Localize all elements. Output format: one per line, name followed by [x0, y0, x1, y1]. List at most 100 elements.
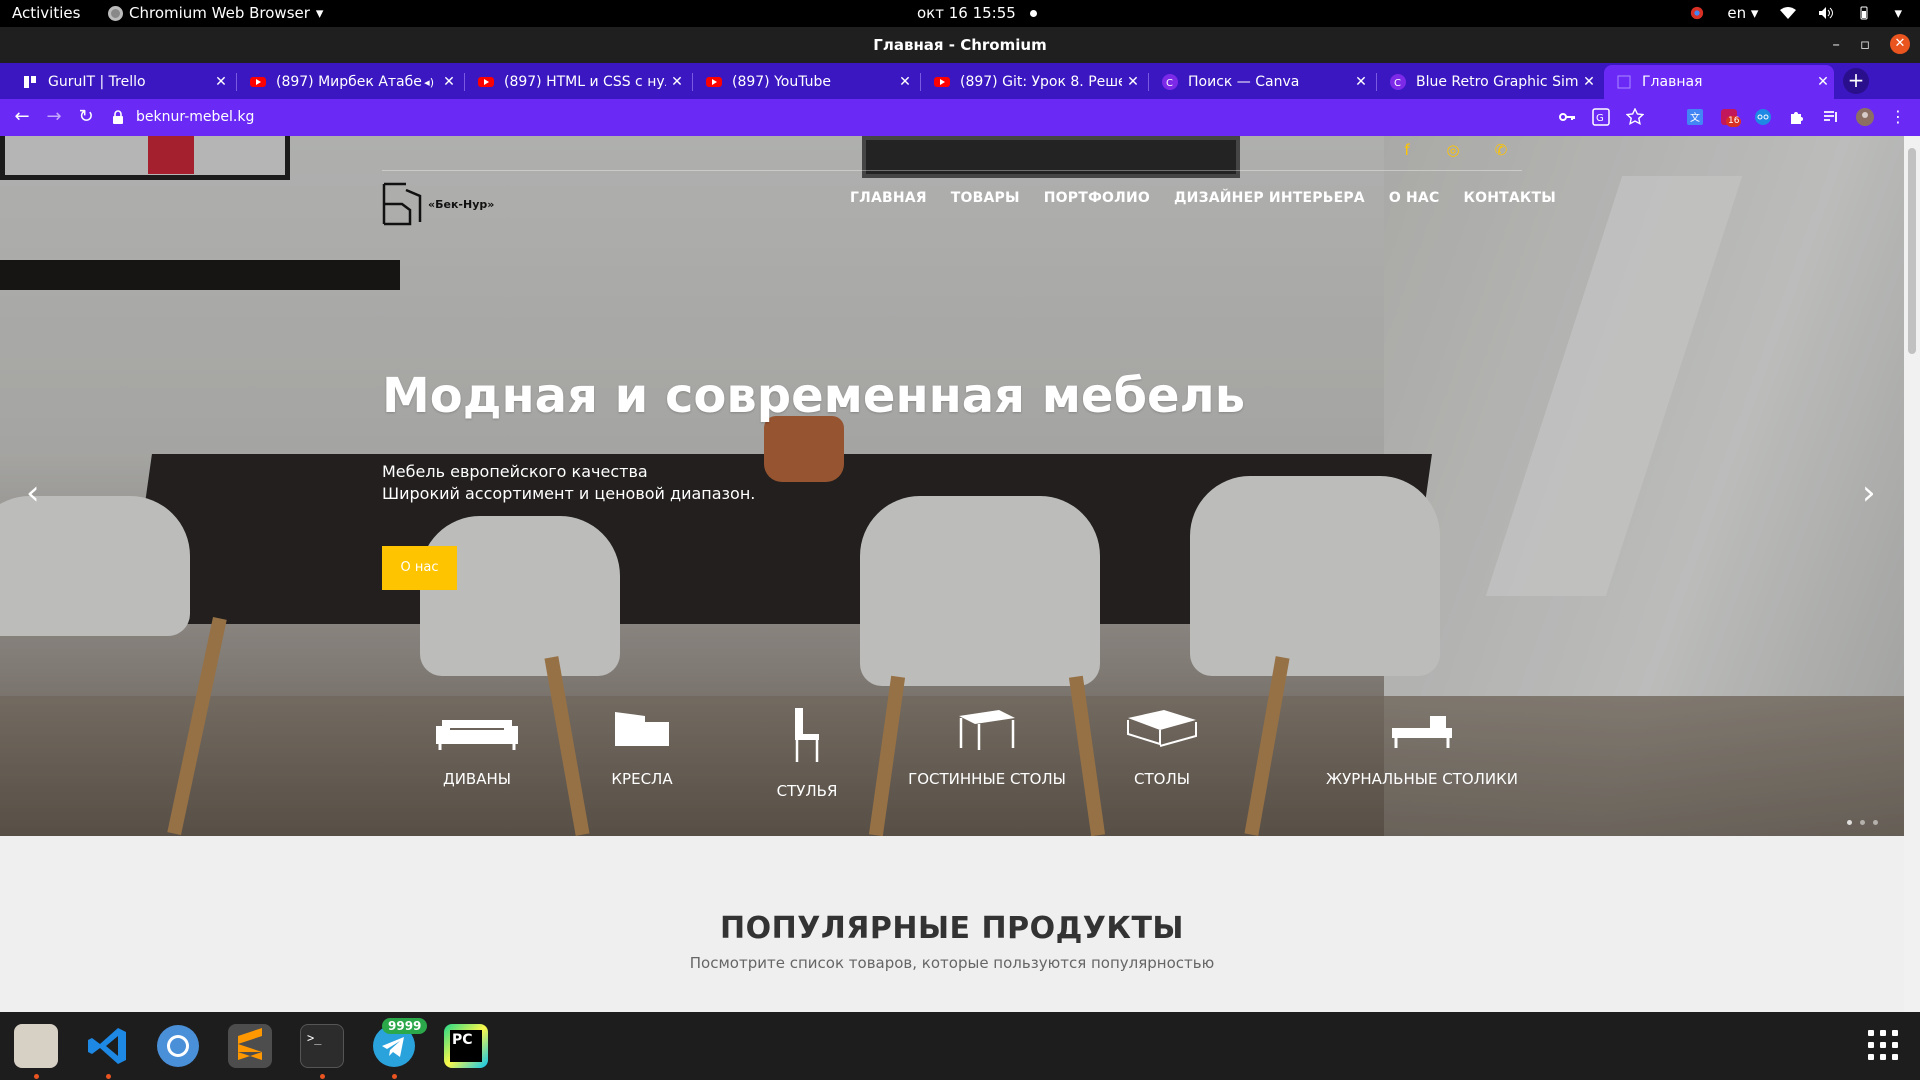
- extension-badge-icon[interactable]: 16: [1720, 108, 1742, 127]
- hero-title: Модная и современная мебель: [382, 368, 1246, 424]
- tab-separator: [1376, 73, 1377, 91]
- back-icon[interactable]: ←: [10, 105, 34, 129]
- category-label: СТОЛЫ: [1134, 770, 1190, 788]
- new-tab-button[interactable]: +: [1843, 68, 1869, 94]
- slider-prev-icon[interactable]: ‹: [26, 473, 40, 513]
- minimize-icon[interactable]: –: [1832, 35, 1840, 53]
- chair-icon: [795, 708, 819, 762]
- slider-dot[interactable]: [1860, 820, 1865, 825]
- show-apps-grid-icon[interactable]: [1868, 1030, 1898, 1060]
- slider-next-icon[interactable]: ›: [1862, 473, 1876, 513]
- close-tab-icon[interactable]: ✕: [438, 74, 460, 90]
- category-dining-tables[interactable]: ГОСТИННЫЕ СТОЛЫ: [902, 706, 1072, 788]
- category-label: ГОСТИННЫЕ СТОЛЫ: [908, 770, 1066, 788]
- avatar[interactable]: [1856, 107, 1874, 126]
- nav-home[interactable]: ГЛАВНАЯ: [850, 190, 927, 206]
- close-tab-icon[interactable]: ✕: [894, 74, 916, 90]
- translate-icon[interactable]: G: [1592, 107, 1610, 126]
- category-coffee-tables[interactable]: ЖУРНАЛЬНЫЕ СТОЛИКИ: [1322, 706, 1522, 788]
- puzzle-extensions-icon[interactable]: [1788, 108, 1806, 126]
- slider-dot[interactable]: [1873, 820, 1878, 825]
- sublime-icon[interactable]: [228, 1024, 272, 1068]
- pycharm-icon[interactable]: PC: [444, 1024, 488, 1068]
- category-sofas[interactable]: ДИВАНЫ: [402, 706, 552, 788]
- category-tables[interactable]: СТОЛЫ: [1117, 706, 1207, 788]
- popular-products-title: ПОПУЛЯРНЫЕ ПРОДУКТЫ: [720, 911, 1184, 946]
- more-menu-icon[interactable]: ⋮: [1890, 107, 1906, 126]
- logo-icon: [382, 182, 422, 226]
- category-armchairs[interactable]: КРЕСЛА: [587, 706, 697, 788]
- url-text[interactable]: beknur-mebel.kg: [136, 109, 254, 125]
- volume-icon[interactable]: [1818, 6, 1834, 20]
- keyboard-layout[interactable]: en ▾: [1727, 4, 1758, 22]
- files-icon[interactable]: [14, 1024, 58, 1068]
- battery-icon[interactable]: [1856, 6, 1872, 20]
- youtube-icon: [934, 77, 950, 87]
- close-tab-icon[interactable]: ✕: [666, 74, 688, 90]
- tab-canva-design[interactable]: C Blue Retro Graphic Simp ✕: [1378, 65, 1600, 99]
- clock[interactable]: окт 16 15:55: [917, 4, 1037, 22]
- lock-icon[interactable]: [112, 110, 124, 124]
- instagram-icon[interactable]: ◎: [1444, 141, 1462, 159]
- activities-button[interactable]: Activities: [12, 4, 80, 22]
- reading-list-icon[interactable]: [1822, 108, 1840, 126]
- close-tab-icon[interactable]: ✕: [1350, 74, 1372, 90]
- category-label: СТУЛЬЯ: [776, 782, 838, 800]
- tab-youtube-git[interactable]: (897) Git: Урок 8. Решен ✕: [922, 65, 1144, 99]
- tab-label: (897) YouTube: [732, 74, 832, 90]
- site-logo[interactable]: «Бек-Нур»: [380, 180, 494, 228]
- terminal-icon[interactable]: >_: [300, 1024, 344, 1068]
- glasses-extension-icon[interactable]: [1754, 108, 1772, 126]
- trello-icon: [24, 76, 36, 88]
- logo-text: «Бек-Нур»: [428, 197, 495, 211]
- tab-canva-search[interactable]: C Поиск — Canva ✕: [1150, 65, 1372, 99]
- canva-icon: C: [1162, 74, 1178, 90]
- key-icon[interactable]: [1558, 108, 1576, 126]
- close-window-icon[interactable]: ✕: [1890, 34, 1910, 54]
- coffee-table-icon: [1392, 716, 1452, 748]
- popular-products-subtitle: Посмотрите список товаров, которые польз…: [689, 954, 1215, 972]
- nav-contacts[interactable]: КОНТАКТЫ: [1463, 190, 1556, 206]
- nav-interior-designer[interactable]: ДИЗАЙНЕР ИНТЕРЬЕРА: [1174, 190, 1365, 206]
- nav-about[interactable]: О НАС: [1389, 190, 1440, 206]
- chromium-icon: [108, 5, 123, 21]
- page-scrollbar[interactable]: [1904, 136, 1920, 1012]
- close-tab-icon[interactable]: ✕: [1812, 74, 1834, 90]
- address-bar[interactable]: beknur-mebel.kg: [112, 104, 254, 130]
- nav-portfolio[interactable]: ПОРТФОЛИО: [1044, 190, 1150, 206]
- tab-youtube[interactable]: (897) YouTube ✕: [694, 65, 916, 99]
- close-tab-icon[interactable]: ✕: [1578, 74, 1600, 90]
- chrome-remote-icon[interactable]: [1689, 6, 1705, 20]
- tab-youtube-mirbek[interactable]: (897) Мирбек Атабе ◂) ✕: [238, 65, 460, 99]
- forward-icon[interactable]: →: [42, 105, 66, 129]
- maximize-icon[interactable]: ▫: [1860, 35, 1870, 53]
- wifi-icon[interactable]: [1780, 6, 1797, 20]
- running-indicator: [392, 1074, 397, 1079]
- power-menu-chevron-icon[interactable]: ▾: [1894, 4, 1902, 22]
- muted-speaker-icon[interactable]: ◂): [424, 76, 434, 89]
- app-menu[interactable]: Chromium Web Browser ▾: [108, 4, 323, 22]
- scrollbar-thumb[interactable]: [1908, 148, 1916, 354]
- chromium-icon[interactable]: [156, 1024, 200, 1068]
- close-tab-icon[interactable]: ✕: [1122, 74, 1144, 90]
- svg-text:文: 文: [1690, 111, 1700, 124]
- category-chairs[interactable]: СТУЛЬЯ: [757, 706, 857, 800]
- about-button[interactable]: О нас: [382, 546, 457, 590]
- notification-dot-icon: [1029, 9, 1037, 17]
- translate-extension-icon[interactable]: 文: [1686, 108, 1704, 126]
- tab-youtube-html-css[interactable]: (897) HTML и CSS с нуля ✕: [466, 65, 688, 99]
- close-tab-icon[interactable]: ✕: [210, 74, 232, 90]
- window-controls: – ▫ ✕: [1832, 34, 1910, 54]
- terminal-prompt-icon: >_: [307, 1031, 322, 1045]
- tab-trello[interactable]: GuruIT | Trello ✕: [10, 65, 232, 99]
- system-tray[interactable]: en ▾ ▾: [1689, 4, 1902, 22]
- facebook-icon[interactable]: f: [1398, 141, 1416, 159]
- slider-dot[interactable]: [1847, 820, 1852, 825]
- tab-glavnaya[interactable]: Главная ✕: [1604, 65, 1834, 99]
- vscode-icon[interactable]: [86, 1024, 130, 1068]
- nav-products[interactable]: ТОВАРЫ: [951, 190, 1020, 206]
- bookmark-star-icon[interactable]: [1626, 107, 1644, 126]
- header-divider: [382, 170, 1522, 171]
- whatsapp-icon[interactable]: ✆: [1492, 141, 1510, 159]
- reload-icon[interactable]: ↻: [74, 105, 98, 129]
